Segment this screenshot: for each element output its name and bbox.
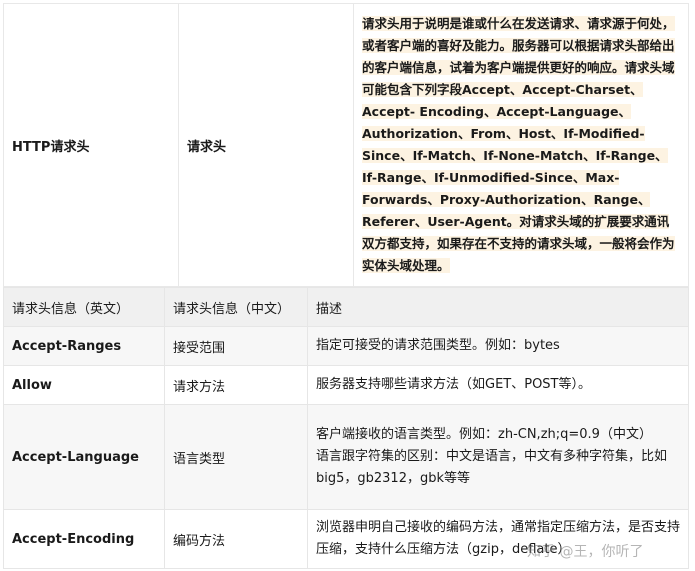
header-description-cell: 请求头用于说明是谁或什么在发送请求、请求源于何处，或者客户端的喜好及能力。服务器… — [353, 3, 689, 287]
header-category-cn-cell: 请求头 — [178, 3, 354, 287]
header-name-cn: 语言类型 — [164, 404, 308, 510]
description-line: 客户端接收的语言类型。例如：zh-CN,zh;q=0.9（中文） — [316, 427, 652, 442]
header-description: 指定可接受的请求范围类型。例如：bytes — [307, 326, 689, 366]
header-name-en: Allow — [3, 365, 165, 405]
table-row: Accept-Language 语言类型 客户端接收的语言类型。例如：zh-CN… — [3, 404, 689, 510]
header-name-en: Accept-Ranges — [3, 326, 165, 366]
table-row: Allow 请求方法 服务器支持哪些请求方法（如GET、POST等）。 — [3, 365, 689, 405]
table-row: Accept-Encoding 编码方法 浏览器申明自己接收的编码方法，通常指定… — [3, 509, 689, 569]
header-name-en: Accept-Language — [3, 404, 165, 510]
http-request-header-table: HTTP请求头 请求头 请求头用于说明是谁或什么在发送请求、请求源于何处，或者客… — [3, 3, 689, 287]
table-row: HTTP请求头 请求头 请求头用于说明是谁或什么在发送请求、请求源于何处，或者客… — [3, 3, 689, 287]
request-headers-table: 请求头信息（英文） 请求头信息（中文） 描述 Accept-Ranges 接受范… — [3, 287, 689, 569]
column-header-desc: 描述 — [307, 287, 689, 327]
column-header-en: 请求头信息（英文） — [3, 287, 165, 327]
header-description: 服务器支持哪些请求方法（如GET、POST等）。 — [307, 365, 689, 405]
header-category-cell: HTTP请求头 — [3, 3, 179, 287]
header-description: 客户端接收的语言类型。例如：zh-CN,zh;q=0.9（中文） 语言跟字符集的… — [307, 404, 689, 510]
header-name-cn: 编码方法 — [164, 509, 308, 569]
header-description: 浏览器申明自己接收的编码方法，通常指定压缩方法，是否支持压缩，支持什么压缩方法（… — [307, 509, 689, 569]
description-line: 语言跟字符集的区别：中文是语言，中文有多种字符集，比如big5，gb2312，g… — [316, 449, 668, 486]
highlighted-description: 请求头用于说明是谁或什么在发送请求、请求源于何处，或者客户端的喜好及能力。服务器… — [362, 16, 675, 273]
header-name-cn: 接受范围 — [164, 326, 308, 366]
header-name-en: Accept-Encoding — [3, 509, 165, 569]
table-row: Accept-Ranges 接受范围 指定可接受的请求范围类型。例如：bytes — [3, 326, 689, 366]
header-name-cn: 请求方法 — [164, 365, 308, 405]
column-header-cn: 请求头信息（中文） — [164, 287, 308, 327]
page: HTTP请求头 请求头 请求头用于说明是谁或什么在发送请求、请求源于何处，或者客… — [0, 0, 695, 571]
table-header-row: 请求头信息（英文） 请求头信息（中文） 描述 — [3, 287, 689, 327]
